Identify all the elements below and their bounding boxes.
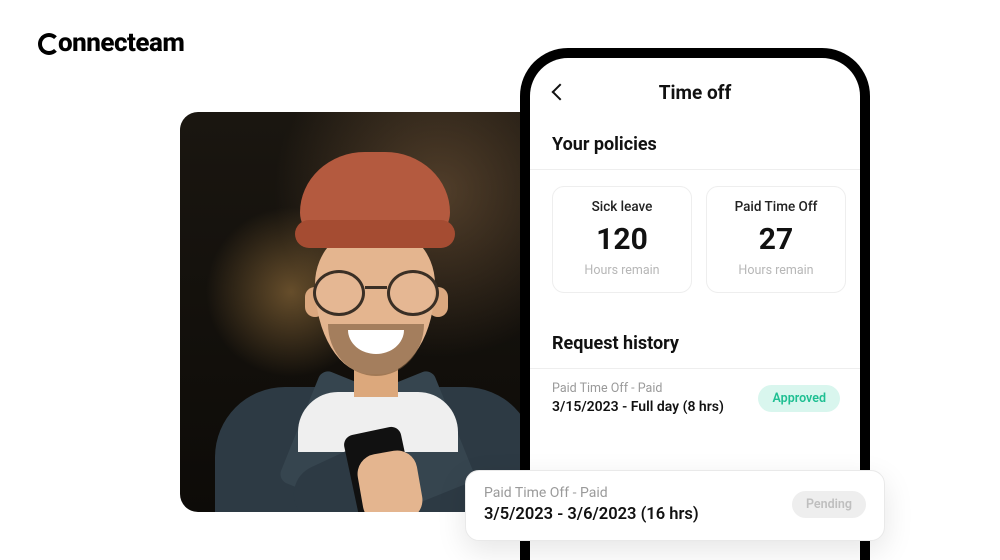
brand-logo: onnecteam [38,28,184,58]
policy-card-sub: Hours remain [707,263,845,278]
policy-card-pto[interactable]: Paid Time Off 27 Hours remain [706,186,846,293]
request-type: Paid Time Off - Paid [484,485,699,501]
request-type: Paid Time Off - Paid [552,381,724,396]
page-title: Time off [659,81,732,104]
policy-card-value: 120 [553,225,691,255]
request-row-floating[interactable]: Paid Time Off - Paid 3/5/2023 - 3/6/2023… [465,470,885,541]
request-detail: 3/15/2023 - Full day (8 hrs) [552,399,724,415]
app-header: Time off [530,72,860,112]
policy-card-label: Sick leave [553,187,691,225]
hero-photo [180,112,550,512]
policies-heading: Your policies [530,112,860,169]
status-badge-approved: Approved [758,385,840,412]
policy-card-label: Paid Time Off [707,187,845,225]
request-detail: 3/5/2023 - 3/6/2023 (16 hrs) [484,505,699,524]
brand-name: onnecteam [58,28,184,58]
policy-cards: Sick leave 120 Hours remain Paid Time Of… [530,170,860,311]
policy-card-value: 27 [707,225,845,255]
history-heading: Request history [530,311,860,368]
request-row[interactable]: Paid Time Off - Paid 3/15/2023 - Full da… [530,369,860,429]
policy-card-peek[interactable] [860,186,870,293]
status-badge-pending: Pending [792,491,866,518]
policy-card-sick-leave[interactable]: Sick leave 120 Hours remain [552,186,692,293]
logo-c-icon [38,33,60,55]
policy-card-sub: Hours remain [553,263,691,278]
back-button[interactable] [546,78,574,106]
chevron-left-icon [552,84,569,101]
person-illustration [180,112,550,512]
